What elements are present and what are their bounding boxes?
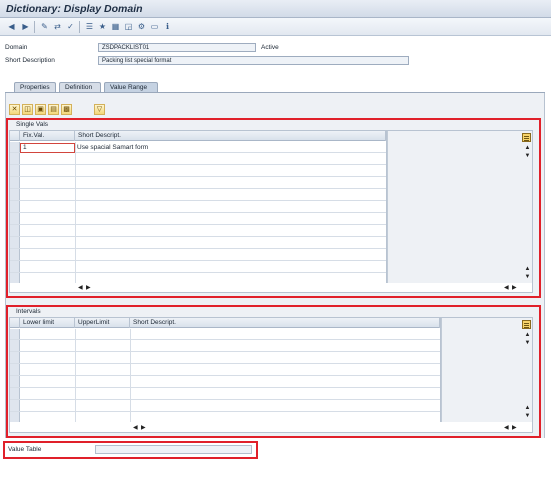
scroll-up-icon[interactable]: ▲ [523,145,532,151]
copy-icon[interactable]: ◫ [22,104,33,115]
row-line [10,272,386,273]
row-line [10,176,386,177]
scroll-right-icon[interactable]: ▶ [141,425,146,432]
row-line [10,248,386,249]
scroll-right-icon[interactable]: ▶ [86,285,91,292]
insert-row-icon[interactable]: ▤ [48,104,59,115]
back-arrow-icon[interactable]: ◀ [6,21,17,32]
row-selector-header[interactable] [10,318,20,328]
title-bar: Dictionary: Display Domain [0,0,551,18]
intervals-title: Intervals [16,308,41,315]
column-fixval[interactable]: Fix.Val. [20,131,75,141]
scroll-down-icon[interactable]: ▼ [523,274,532,280]
single-vals-table: Fix.Val. Short Descript. 1 Use spacial S… [9,130,533,293]
check-icon[interactable]: ✓ [65,21,76,32]
value-table-label: Value Table [8,446,42,453]
intervals-table: Lower limit UpperLimit Short Descript. ▲… [9,317,533,433]
scroll-right-icon[interactable]: ▶ [512,425,517,432]
grid-empty-area [387,131,532,283]
scroll-left-icon[interactable]: ◀ [133,425,138,432]
hierarchy-icon[interactable]: ◲ [123,21,134,32]
scroll-left-icon[interactable]: ◀ [504,425,509,432]
scroll-left-icon[interactable]: ◀ [504,285,509,292]
find-icon[interactable]: ⚙ [136,21,147,32]
application-toolbar: ◀ ▶ ✎ ⇄ ✓ ☰ ★ ▦ ◲ ⚙ ▭ ℹ [0,18,551,36]
toolbar-separator [34,21,35,33]
other-object-icon[interactable]: ⇄ [52,21,63,32]
row-line [10,188,386,189]
row-line [10,411,440,412]
row-line [10,387,440,388]
domain-label: Domain [5,44,28,51]
scroll-up-icon[interactable]: ▲ [523,332,532,338]
forward-arrow-icon[interactable]: ▶ [20,21,31,32]
scroll-down-icon[interactable]: ▼ [523,153,532,159]
scroll-up-icon[interactable]: ▲ [523,266,532,272]
column-short-descript[interactable]: Short Descript. [75,131,386,141]
column-upper-limit[interactable]: UpperLimit [75,318,130,328]
info-icon[interactable]: ℹ [162,21,173,32]
paste-icon[interactable]: ▣ [35,104,46,115]
row-line [10,375,440,376]
scroll-up-icon[interactable]: ▲ [523,405,532,411]
where-used-icon[interactable]: ☰ [84,21,95,32]
scroll-left-icon[interactable]: ◀ [78,285,83,292]
grid-empty-area [441,318,532,422]
domain-field[interactable]: ZSDPACKLIST01 [98,43,256,52]
intervals-header: Lower limit UpperLimit Short Descript. [10,318,440,328]
cut-icon[interactable]: ✕ [9,104,20,115]
row-line [10,224,386,225]
row-line [10,363,440,364]
edit-icon[interactable]: ✎ [39,21,50,32]
toolbar-separator [79,21,80,33]
column-lower-limit[interactable]: Lower limit [20,318,75,328]
filter-icon[interactable]: ▽ [94,104,105,115]
value-table-field[interactable] [95,445,252,454]
activate-icon[interactable]: ★ [97,21,108,32]
short-descript-cell[interactable]: Use spacial Samart form [77,143,148,152]
fixval-cell-input[interactable] [20,143,75,153]
row-selector-header[interactable] [10,131,20,141]
single-vals-title: Single Vals [16,121,49,128]
window-title: Dictionary: Display Domain [6,3,143,15]
scroll-right-icon[interactable]: ▶ [512,285,517,292]
short-description-label: Short Description [5,57,55,64]
row-line [10,200,386,201]
table-settings-icon[interactable] [522,133,531,142]
scroll-down-icon[interactable]: ▼ [523,413,532,419]
row-line [10,236,386,237]
status-text: Active [261,44,279,51]
single-vals-header: Fix.Val. Short Descript. [10,131,386,141]
fixval-cell[interactable]: 1 [23,143,27,152]
short-description-field[interactable]: Packing list special format [98,56,409,65]
row-line [10,399,440,400]
table-settings-icon[interactable] [522,320,531,329]
scroll-down-icon[interactable]: ▼ [523,340,532,346]
frame-icon[interactable]: ▭ [149,21,160,32]
row-line [10,212,386,213]
row-line [10,339,440,340]
row-line [10,351,440,352]
row-line [10,164,386,165]
row-line [10,260,386,261]
column-short-descript[interactable]: Short Descript. [130,318,440,328]
delete-row-icon[interactable]: ▩ [61,104,72,115]
display-object-list-icon[interactable]: ▦ [110,21,121,32]
